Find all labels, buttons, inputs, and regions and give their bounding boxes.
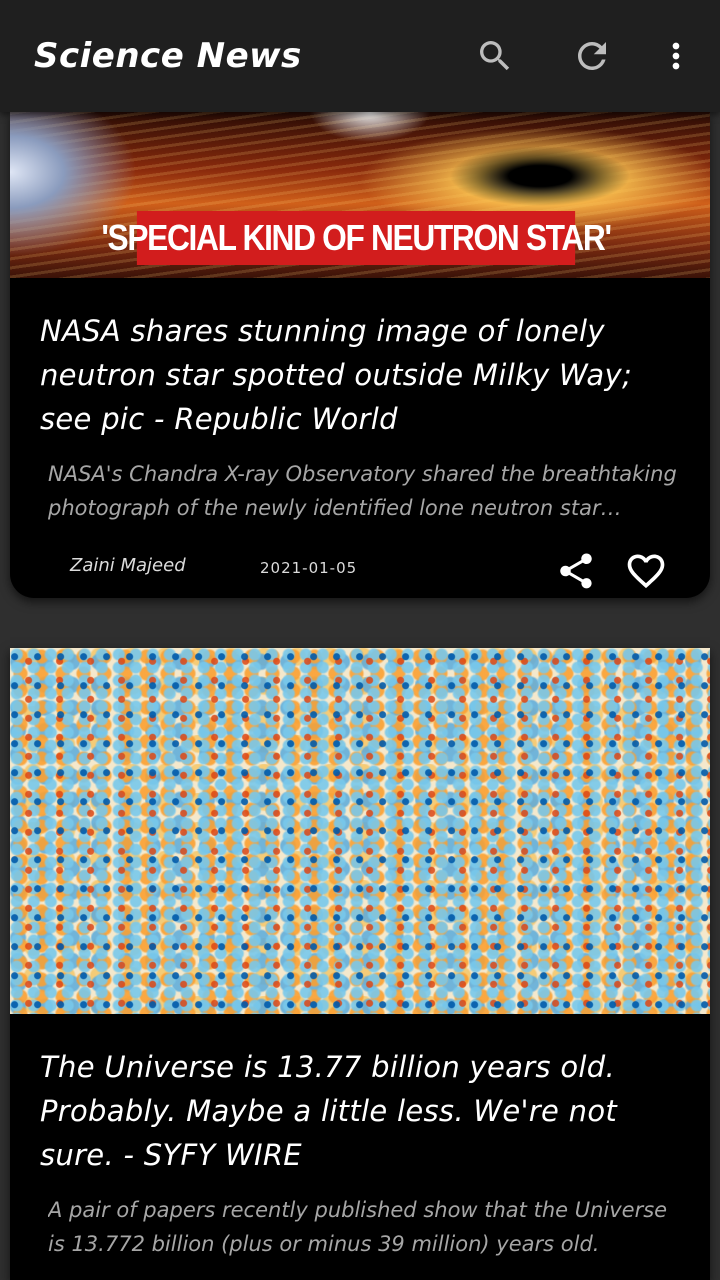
search-icon[interactable] (471, 32, 519, 80)
article-card[interactable]: The Universe is 13.77 billion years old.… (10, 648, 710, 1280)
article-date: 2021-01-05 (260, 559, 358, 577)
share-icon[interactable] (554, 549, 598, 593)
article-description: A pair of papers recently published show… (48, 1198, 668, 1256)
app-bar: Science News (0, 0, 720, 112)
article-image (10, 648, 710, 1014)
article-author: Zaini Majeed (70, 555, 186, 576)
article-title: NASA shares stunning image of lonely neu… (40, 314, 633, 436)
article-description: NASA's Chandra X-ray Observatory shared … (48, 462, 677, 520)
refresh-icon[interactable] (568, 32, 616, 80)
article-title: The Universe is 13.77 billion years old.… (40, 1050, 618, 1172)
heart-outline-icon[interactable] (624, 549, 668, 593)
article-card[interactable]: 'SPECIAL KIND OF NEUTRON STAR' NASA shar… (10, 112, 710, 598)
article-image: 'SPECIAL KIND OF NEUTRON STAR' (10, 112, 710, 278)
image-caption-banner: 'SPECIAL KIND OF NEUTRON STAR' (101, 211, 612, 265)
app-title: Science News (34, 36, 302, 76)
more-vertical-icon[interactable] (652, 32, 700, 80)
